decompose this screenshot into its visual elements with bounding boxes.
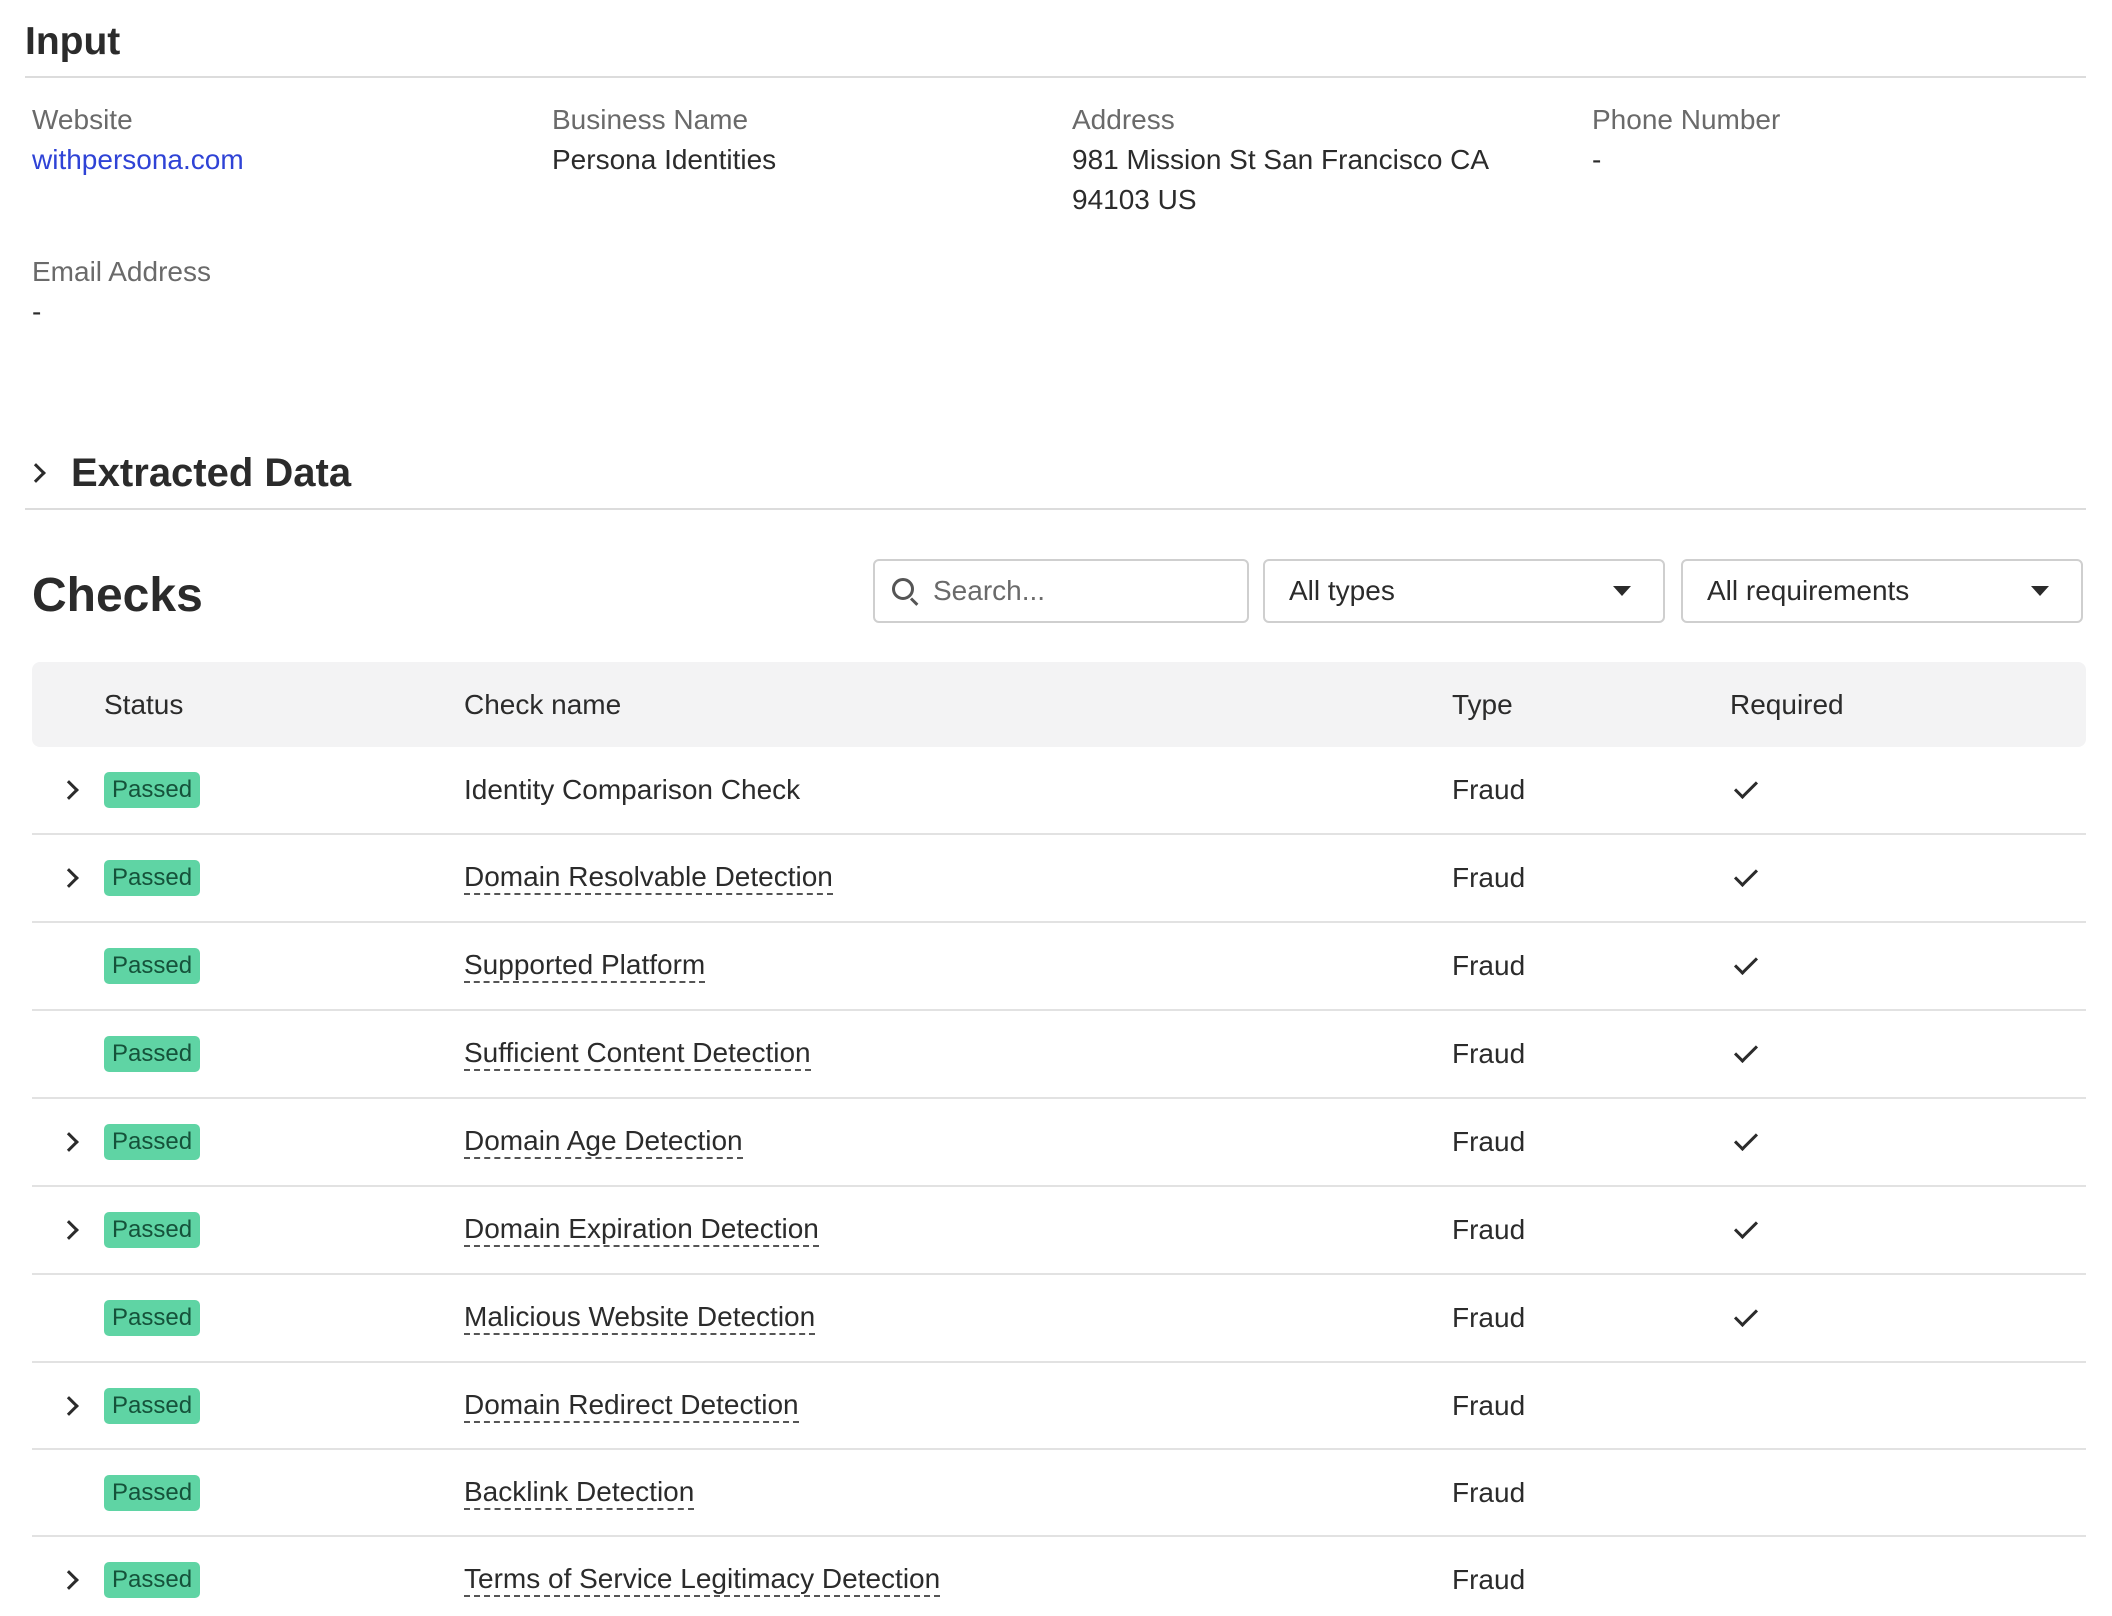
check-type: Fraud <box>1452 1476 1526 1508</box>
search-icon <box>891 577 919 606</box>
business-name-field: Business Name Persona Identities <box>552 100 776 180</box>
check-name[interactable]: Domain Expiration Detection <box>464 1213 819 1247</box>
check-type: Fraud <box>1452 1389 1526 1421</box>
checks-title: Checks <box>32 569 203 622</box>
checkmark-icon <box>1733 1302 1759 1328</box>
table-row[interactable]: Passed Domain Resolvable Detection Fraud <box>32 835 2086 923</box>
checkmark-icon <box>1733 1038 1759 1064</box>
page: Input Website withpersona.com Business N… <box>0 0 2112 1616</box>
search-box[interactable] <box>873 559 1249 623</box>
chevron-right-icon[interactable] <box>59 1220 79 1240</box>
search-input[interactable] <box>933 575 1233 607</box>
check-name[interactable]: Supported Platform <box>464 949 706 983</box>
check-name[interactable]: Terms of Service Legitimacy Detection <box>464 1563 941 1597</box>
caret-down-icon <box>1613 586 1631 596</box>
caret-down-icon <box>2031 586 2049 596</box>
address-label: Address <box>1072 104 1175 135</box>
checkmark-icon <box>1733 1126 1759 1152</box>
status-badge: Passed <box>104 948 201 984</box>
check-type: Fraud <box>1452 862 1526 893</box>
table-row[interactable]: Passed Domain Age Detection Fraud <box>32 1099 2086 1187</box>
business-name-label: Business Name <box>552 104 749 135</box>
address-field: Address 981 Mission St San Francisco CA … <box>1072 100 1572 220</box>
check-name[interactable]: Malicious Website Detection <box>464 1301 816 1335</box>
check-type: Fraud <box>1452 1563 1526 1595</box>
check-type: Fraud <box>1452 1214 1526 1245</box>
status-badge: Passed <box>104 1036 201 1072</box>
chevron-right-icon <box>26 463 46 483</box>
check-name[interactable]: Domain Age Detection <box>464 1125 743 1159</box>
chevron-right-icon[interactable] <box>59 1569 79 1590</box>
requirement-filter-select[interactable]: All requirements <box>1681 559 2083 623</box>
status-badge: Passed <box>104 1561 201 1598</box>
table-row[interactable]: Passed Domain Redirect Detection Fraud <box>32 1363 2086 1450</box>
check-name[interactable]: Backlink Detection <box>464 1476 695 1510</box>
checkmark-icon <box>1733 950 1759 976</box>
phone-value: - <box>1592 144 1602 175</box>
table-row[interactable]: Passed Backlink Detection Fraud <box>32 1450 2086 1537</box>
type-filter-select[interactable]: All types <box>1263 559 1665 623</box>
check-type: Fraud <box>1452 950 1526 981</box>
status-badge: Passed <box>104 1124 201 1160</box>
table-header: Status Check name Type Required <box>32 662 2086 747</box>
check-name: Identity Comparison Check <box>464 774 801 805</box>
checkmark-icon <box>1733 1214 1759 1240</box>
check-type: Fraud <box>1452 774 1526 805</box>
type-filter-value: All types <box>1289 575 1395 606</box>
table-row[interactable]: Passed Sufficient Content Detection Frau… <box>32 1011 2086 1099</box>
check-type: Fraud <box>1452 1302 1526 1333</box>
address-value: 981 Mission St San Francisco CA 94103 US <box>1072 144 1488 215</box>
phone-field: Phone Number - <box>1592 100 1780 180</box>
status-badge: Passed <box>104 860 201 896</box>
phone-label: Phone Number <box>1592 104 1781 135</box>
chevron-right-icon[interactable] <box>59 1395 79 1416</box>
website-link[interactable]: withpersona.com <box>32 144 244 175</box>
website-field: Website withpersona.com <box>32 100 244 180</box>
email-label: Email Address <box>32 256 211 287</box>
input-title: Input <box>25 20 121 63</box>
requirement-filter-value: All requirements <box>1707 575 1910 606</box>
column-header-type: Type <box>1452 689 1513 720</box>
status-badge: Passed <box>104 1212 201 1248</box>
table-row[interactable]: Passed Malicious Website Detection Fraud <box>32 1275 2086 1363</box>
column-header-required: Required <box>1730 689 1844 720</box>
status-badge: Passed <box>104 772 201 808</box>
checks-table: Status Check name Type Required Passed I… <box>32 662 2086 1616</box>
chevron-right-icon[interactable] <box>59 1132 79 1152</box>
column-header-status: Status <box>104 689 184 720</box>
input-fields: Website withpersona.com Business Name Pe… <box>25 78 2086 438</box>
table-row[interactable]: Passed Domain Expiration Detection Fraud <box>32 1187 2086 1275</box>
check-type: Fraud <box>1452 1126 1526 1157</box>
chevron-right-icon[interactable] <box>59 780 79 800</box>
status-badge: Passed <box>104 1474 201 1511</box>
status-badge: Passed <box>104 1300 201 1336</box>
chevron-right-icon[interactable] <box>59 868 79 888</box>
check-name[interactable]: Sufficient Content Detection <box>464 1037 811 1071</box>
table-row[interactable]: Passed Identity Comparison Check Fraud <box>32 747 2086 835</box>
checkmark-icon <box>1733 862 1759 888</box>
checkmark-icon <box>1733 774 1759 800</box>
check-type: Fraud <box>1452 1038 1526 1069</box>
table-row[interactable]: Passed Terms of Service Legitimacy Detec… <box>32 1537 2086 1616</box>
email-value: - <box>32 296 42 327</box>
check-name[interactable]: Domain Redirect Detection <box>464 1389 799 1423</box>
table-row[interactable]: Passed Supported Platform Fraud <box>32 923 2086 1011</box>
checks-toolbar: Checks All types All requirements <box>25 510 2086 662</box>
extracted-data-toggle[interactable]: Extracted Data <box>25 438 2086 510</box>
input-header: Input <box>25 0 2086 78</box>
column-header-check-name: Check name <box>464 689 622 720</box>
business-name-value: Persona Identities <box>552 144 777 175</box>
extracted-data-title: Extracted Data <box>71 450 352 495</box>
website-label: Website <box>32 104 133 135</box>
status-badge: Passed <box>104 1387 201 1424</box>
check-name[interactable]: Domain Resolvable Detection <box>464 861 833 895</box>
email-field: Email Address - <box>32 252 211 332</box>
